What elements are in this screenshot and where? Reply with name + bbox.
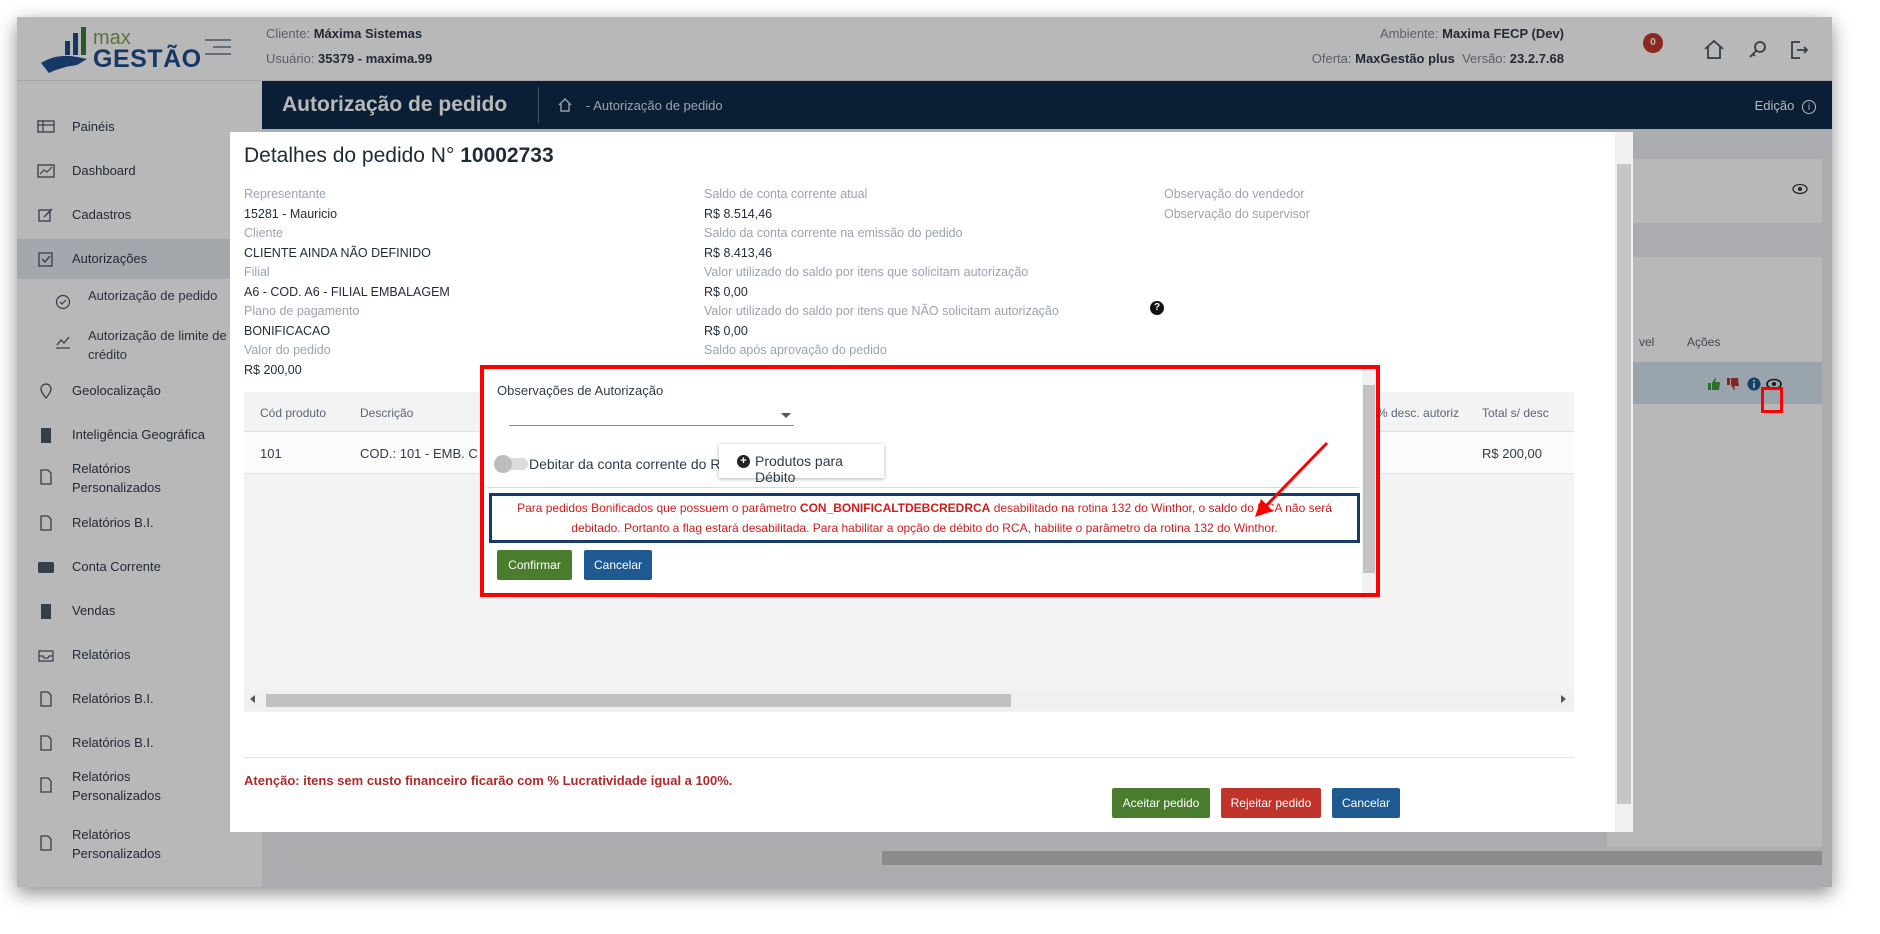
bonification-warning-message: Para pedidos Bonificados que possuem o p… (489, 493, 1360, 543)
order-fields-col2: Saldo de conta corrente atual R$ 8.514,4… (704, 187, 1059, 357)
authorization-observations-dialog: Observações de Autorização Debitar da co… (480, 365, 1380, 597)
order-details-title: Detalhes do pedido N° 10002733 (244, 144, 554, 167)
observation-select-underline (509, 425, 794, 426)
divider (244, 757, 1574, 758)
chevron-down-icon (781, 413, 791, 418)
observation-select[interactable] (509, 403, 794, 427)
debit-rca-label: Debitar da conta corrente do RCA (529, 456, 740, 472)
modal-vertical-scrollbar[interactable] (1615, 132, 1633, 832)
attention-message: Atenção: itens sem custo financeiro fica… (244, 773, 733, 788)
highlight-box (1761, 387, 1783, 413)
reject-order-button[interactable]: Rejeitar pedido (1221, 788, 1321, 818)
table-horizontal-scrollbar[interactable] (244, 689, 1574, 711)
accept-order-button[interactable]: Aceitar pedido (1112, 788, 1210, 818)
plus-circle-icon: + (737, 455, 750, 468)
products-for-debit-button[interactable]: + Produtos para Débito (719, 444, 884, 485)
confirm-button[interactable]: Confirmar (497, 550, 572, 580)
annotation-arrow-icon (1255, 441, 1329, 517)
debit-rca-toggle[interactable] (494, 455, 530, 473)
cancel-button[interactable]: Cancelar (584, 550, 652, 580)
order-fields-col3: Observação do vendedor Observação do sup… (1164, 187, 1310, 221)
app-window: max GESTÃO Cliente: Máxima Sistemas Usuá… (17, 17, 1832, 887)
dialog-title: Observações de Autorização (497, 383, 664, 398)
help-icon[interactable]: ? (1150, 301, 1164, 315)
cancel-details-button[interactable]: Cancelar (1332, 788, 1400, 818)
order-fields-col1: Representante 15281 - Mauricio Cliente C… (244, 187, 450, 377)
divider (487, 487, 1359, 488)
dialog-vertical-scrollbar[interactable] (1362, 369, 1376, 593)
